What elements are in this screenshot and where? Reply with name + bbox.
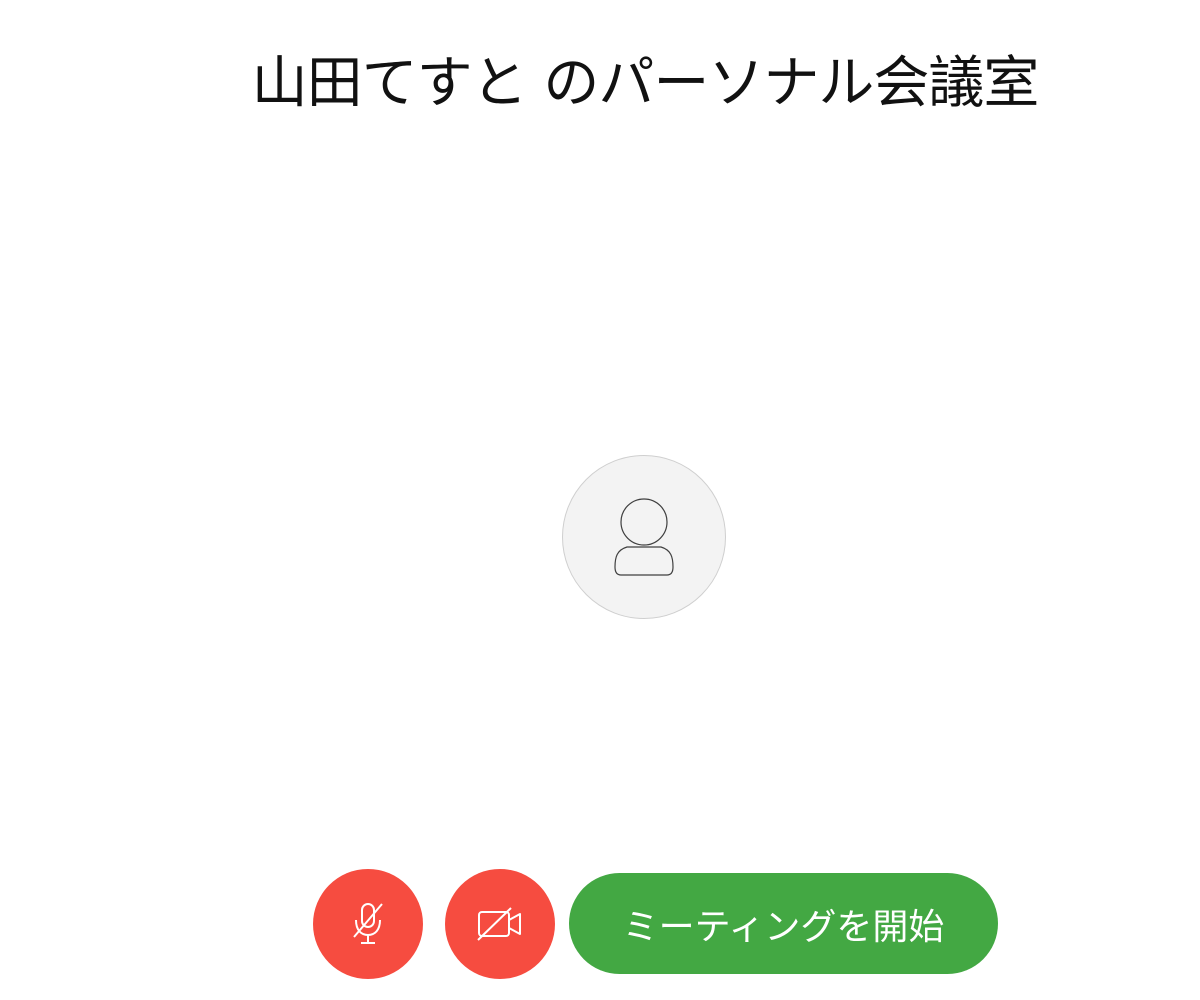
camera-off-icon — [475, 904, 525, 944]
user-silhouette-icon — [562, 455, 726, 619]
room-title: 山田てすと のパーソナル会議室 — [251, 50, 1040, 116]
microphone-muted-icon — [347, 900, 389, 948]
avatar — [562, 455, 726, 619]
microphone-toggle-button[interactable] — [313, 869, 423, 979]
meeting-controls: ミーティングを開始 — [0, 866, 1200, 980]
camera-toggle-button[interactable] — [445, 869, 555, 979]
start-meeting-button[interactable]: ミーティングを開始 — [569, 873, 998, 974]
